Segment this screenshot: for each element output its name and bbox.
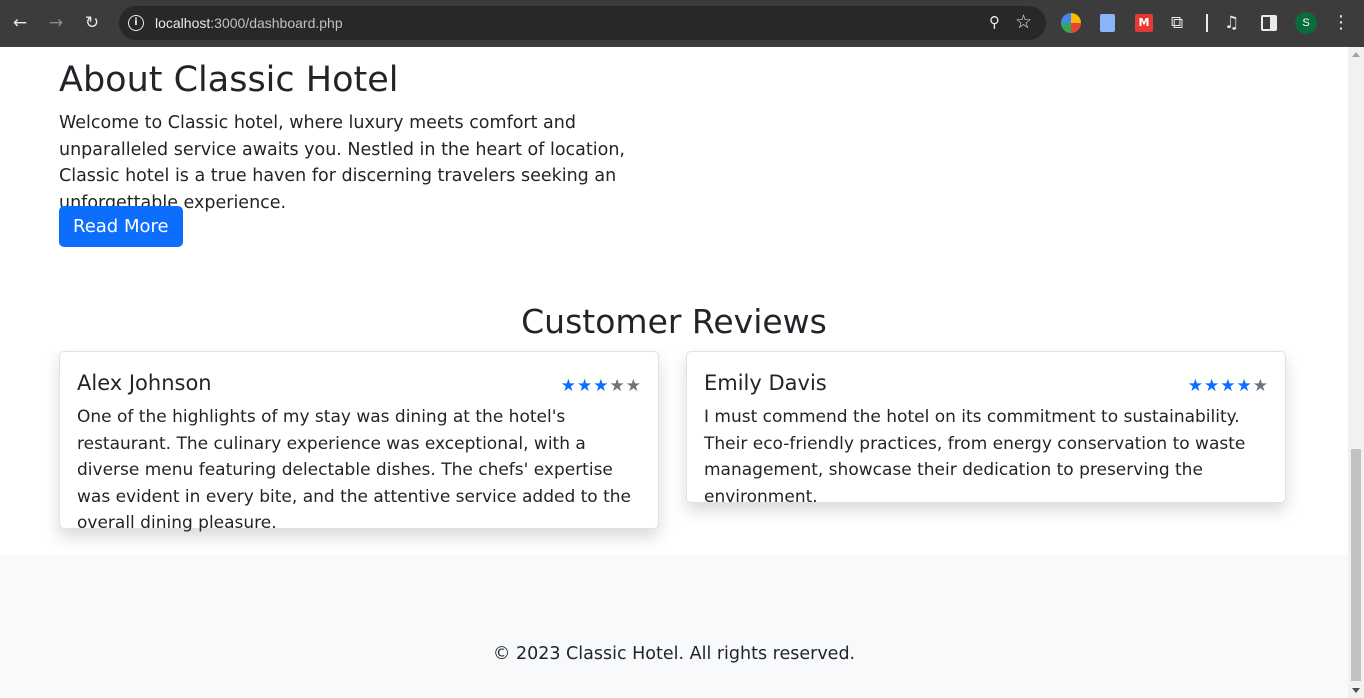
star-filled-icon: ★	[560, 376, 577, 396]
back-icon[interactable]: ←	[9, 12, 31, 34]
site-info-icon[interactable]: i	[128, 15, 144, 31]
star-filled-icon: ★	[1236, 376, 1253, 396]
star-empty-icon: ★	[609, 376, 626, 396]
scrollbar-thumb[interactable]	[1351, 449, 1361, 681]
url-path: :3000/dashboard.php	[210, 15, 343, 31]
star-filled-icon: ★	[577, 376, 594, 396]
star-filled-icon: ★	[1204, 376, 1221, 396]
copyright-text: © 2023 Classic Hotel. All rights reserve…	[492, 644, 856, 664]
rating-stars: ★★★★★	[561, 376, 642, 396]
reviewer-name: Alex Johnson	[77, 371, 212, 395]
profile-avatar[interactable]: S	[1295, 12, 1317, 34]
review-card: Alex Johnson ★★★★★ One of the highlights…	[59, 351, 659, 533]
footer: © 2023 Classic Hotel. All rights reserve…	[0, 555, 1348, 698]
about-title: About Classic Hotel	[59, 60, 399, 100]
star-empty-icon: ★	[625, 376, 642, 396]
review-text: I must commend the hotel on its commitme…	[704, 407, 1246, 507]
rating-stars: ★★★★★	[1188, 376, 1269, 396]
star-filled-icon: ★	[1187, 376, 1204, 396]
star-filled-icon: ★	[593, 376, 610, 396]
media-control-icon[interactable]: ♫	[1224, 13, 1244, 33]
color-extension-icon[interactable]	[1061, 13, 1081, 33]
zoom-icon[interactable]: ⚲	[989, 13, 1000, 31]
url-text[interactable]: localhost:3000/dashboard.php	[155, 14, 343, 32]
url-host: localhost	[155, 15, 211, 31]
address-bar[interactable]: i localhost:3000/dashboard.php ⚲ ☆	[119, 6, 1046, 40]
review-card: Emily Davis ★★★★★ I must commend the hot…	[686, 351, 1286, 507]
page-scrollbar[interactable]	[1348, 47, 1364, 698]
extensions-puzzle-icon[interactable]: ⧉	[1171, 13, 1191, 33]
review-text: One of the highlights of my stay was din…	[77, 407, 632, 533]
red-extension-icon[interactable]: M	[1135, 14, 1153, 32]
reviewer-name: Emily Davis	[704, 371, 827, 395]
document-extension-icon[interactable]	[1100, 14, 1115, 32]
star-empty-icon: ★	[1252, 376, 1269, 396]
read-more-button[interactable]: Read More	[59, 206, 183, 247]
bookmark-star-icon[interactable]: ☆	[1015, 11, 1032, 33]
scroll-down-arrow-icon[interactable]	[1352, 688, 1360, 693]
page-content: About Classic Hotel Welcome to Classic h…	[0, 47, 1348, 698]
about-text: Welcome to Classic hotel, where luxury m…	[59, 113, 625, 213]
browser-menu-icon[interactable]: ⋮	[1332, 12, 1350, 34]
side-panel-icon[interactable]	[1261, 15, 1277, 31]
toolbar-divider	[1206, 14, 1208, 32]
reload-icon[interactable]: ↻	[81, 12, 103, 34]
browser-toolbar: ← → ↻ i localhost:3000/dashboard.php ⚲ ☆…	[0, 0, 1364, 47]
forward-icon[interactable]: →	[45, 12, 67, 34]
star-filled-icon: ★	[1220, 376, 1237, 396]
scroll-up-arrow-icon[interactable]	[1352, 52, 1360, 57]
reviews-title: Customer Reviews	[521, 302, 827, 341]
